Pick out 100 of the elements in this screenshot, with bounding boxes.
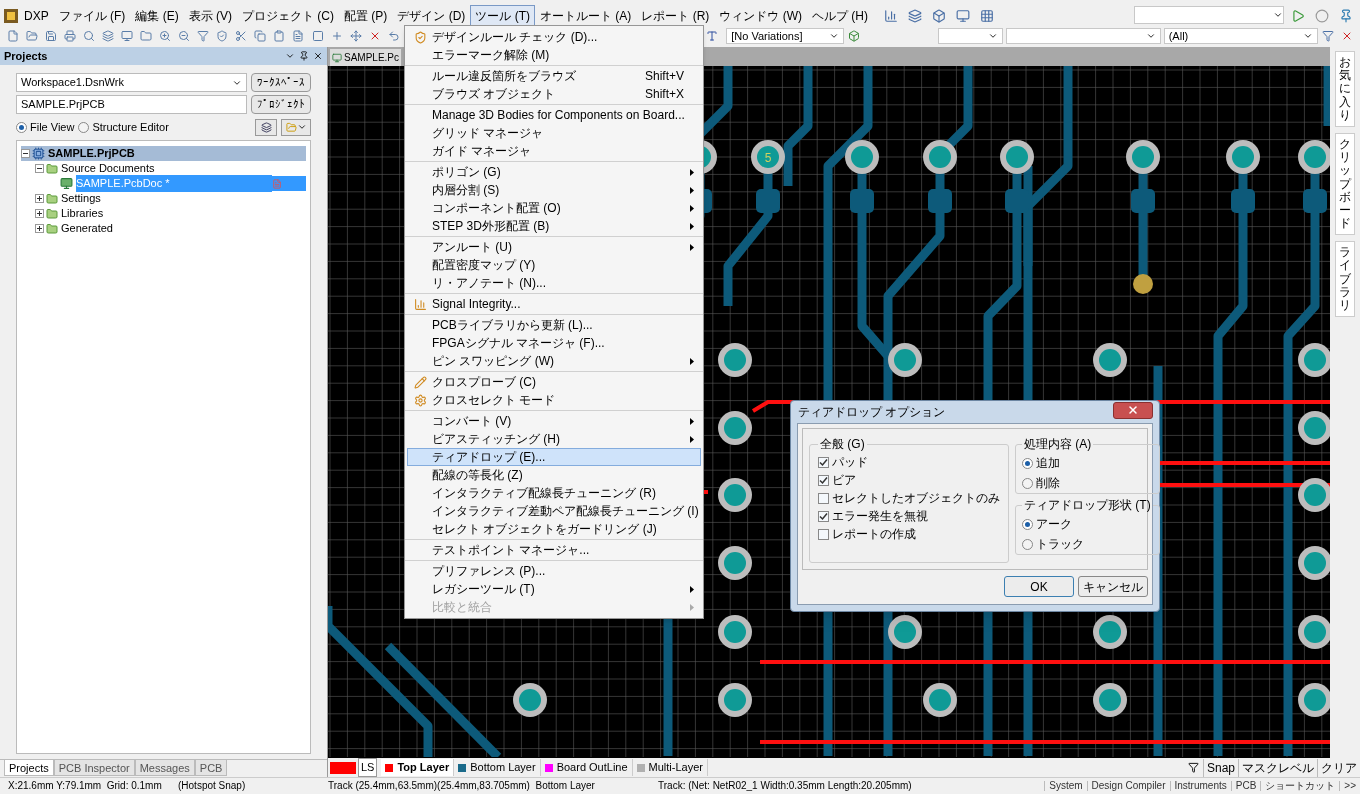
ok-button[interactable]: OK <box>1004 576 1074 597</box>
menu-item[interactable]: ピン スワッピング (W) <box>407 352 701 370</box>
panel-tab[interactable]: PCB Inspector <box>53 760 135 776</box>
project-button[interactable]: ﾌﾟﾛｼﾞｪｸﾄ <box>251 95 311 114</box>
menu-item[interactable]: ブラウズ オブジェクト Shift+X <box>407 85 701 103</box>
dialog-title: ティアドロップ オプション <box>798 404 946 421</box>
layer-set-label[interactable]: LS <box>358 758 378 777</box>
checkbox-label: パッド <box>832 454 868 471</box>
status-text: X:21.6mm Y:79.1mm Grid: 0.1mm <box>8 781 163 791</box>
menu-item[interactable]: ポリゴン (G) <box>407 163 701 181</box>
menu-item[interactable]: コンポーネント配置 (O) <box>407 199 701 217</box>
menu-item[interactable]: 配置密度マップ (Y) <box>407 256 701 274</box>
layer-bar-tool[interactable]: Snap <box>1202 758 1238 777</box>
checkbox-label: セレクトしたオブジェクトのみ <box>832 490 1000 507</box>
menu-item[interactable]: デザインルール チェック (D)... <box>407 28 701 46</box>
status-panel-button[interactable]: >> <box>1339 781 1360 791</box>
status-text: Track: (Net: NetR02_1 Width:0.35mm Length:20.205mm) <box>658 781 913 791</box>
menu-item[interactable]: インタラクティブ差動ペア配線長チューニング (I) <box>407 502 701 520</box>
side-panel-tab[interactable]: ライブラリ <box>1335 241 1355 318</box>
menu-item[interactable]: リ・アノテート (N)... <box>407 274 701 292</box>
status-panel-button[interactable]: PCB <box>1230 781 1261 791</box>
menu-item[interactable]: インタラクティブ配線長チューニング (R) <box>407 484 701 502</box>
tree-item[interactable]: Source Documents <box>61 160 163 177</box>
radio-label: トラック <box>1036 536 1084 553</box>
radio-label: Structure Editor <box>92 119 169 135</box>
tree-item[interactable]: Settings <box>61 190 109 207</box>
checkbox-label: ビア <box>832 472 856 489</box>
menu-item[interactable]: コンバート (V) <box>407 412 701 430</box>
radio-label: アーク <box>1036 516 1072 533</box>
layer-tab[interactable]: Multi-Layer <box>632 759 708 776</box>
menu-bar-item[interactable]: デザイン (D) <box>392 5 471 27</box>
shortcut-label: Shift+X <box>644 86 684 103</box>
layer-bar-tool[interactable]: マスクレベル <box>1238 758 1317 777</box>
workspace-button[interactable]: ﾜｰｸｽﾍﾟｰｽ <box>251 73 311 92</box>
side-panel-tab[interactable]: お気に入り <box>1335 51 1355 127</box>
menu-item[interactable]: テストポイント マネージャ... <box>407 541 701 559</box>
tree-item[interactable]: Generated <box>61 220 121 237</box>
menu-item[interactable]: レガシーツール (T) <box>407 580 701 598</box>
shortcut-label: Shift+V <box>644 68 684 85</box>
menu-item[interactable]: ティアドロップ (E)... <box>407 448 701 466</box>
menu-item[interactable]: グリッド マネージャ <box>407 124 701 142</box>
dropdown-value: (All) <box>1168 28 1189 44</box>
layer-tab[interactable]: Top Layer <box>381 759 455 776</box>
menu-item[interactable]: Manage 3D Bodies for Components on Board... <box>407 106 701 124</box>
radio-label: 削除 <box>1036 475 1060 492</box>
menu-item[interactable]: セレクト オブジェクトをガードリング (J) <box>407 520 701 538</box>
status-panel-button[interactable]: ショートカット <box>1260 781 1340 791</box>
menu-bar-item[interactable]: ヘルプ (H) <box>807 5 874 27</box>
panel-tab[interactable]: PCB <box>194 760 228 776</box>
menu-item[interactable]: FPGAシグナル マネージャ (F)... <box>407 334 701 352</box>
side-panel-tab[interactable]: クリップボード <box>1335 132 1355 236</box>
project-field[interactable]: SAMPLE.PrjPCB <box>16 95 247 114</box>
status-panel-button[interactable]: Design Compiler <box>1086 781 1170 791</box>
menu-item[interactable]: クロスプローブ (C) <box>407 373 701 391</box>
menu-item[interactable]: Signal Integrity... <box>407 295 701 313</box>
status-panel-button[interactable]: Instruments <box>1169 781 1231 791</box>
menu-bar-item[interactable]: ウィンドウ (W) <box>714 5 808 27</box>
radio-label: 追加 <box>1036 455 1060 472</box>
menu-item[interactable]: エラーマーク解除 (M) <box>407 46 701 64</box>
panel-tab[interactable]: Messages <box>134 760 195 776</box>
menu-item[interactable]: PCBライブラリから更新 (L)... <box>407 316 701 334</box>
checkbox-label: レポートの作成 <box>832 526 916 543</box>
status-text: (Hotspot Snap) <box>178 781 247 791</box>
menu-item[interactable]: 内層分割 (S) <box>407 181 701 199</box>
menu-item[interactable]: ビアスティッチング (H) <box>407 430 701 448</box>
menu-bar-item[interactable]: ツール (T) <box>470 5 536 27</box>
workspace-dropdown[interactable]: Workspace1.DsnWrk <box>16 73 247 92</box>
cancel-button[interactable]: キャンセル <box>1078 576 1148 597</box>
tree-item[interactable]: Libraries <box>61 205 112 222</box>
menu-bar-item[interactable]: 配置 (P) <box>339 5 393 27</box>
menu-bar-item[interactable]: オートルート (A) <box>535 5 637 27</box>
menu-item[interactable]: クロスセレクト モード <box>407 391 701 409</box>
menu-bar-item[interactable]: DXP <box>19 5 54 27</box>
checkbox-label: エラー発生を無視 <box>832 508 928 525</box>
variation-dropdown[interactable]: [No Variations] <box>726 28 845 44</box>
panel-tab[interactable]: Projects <box>4 760 54 776</box>
menu-item[interactable]: ガイド マネージャ <box>407 142 701 160</box>
menu-bar-item[interactable]: プロジェクト (C) <box>237 5 340 27</box>
dropdown-value: Workspace1.DsnWrk <box>21 75 124 91</box>
menu-bar-item[interactable]: レポート (R) <box>636 5 715 27</box>
layer-tab[interactable]: Bottom Layer <box>454 759 541 776</box>
menu-item[interactable]: プリファレンス (P)... <box>407 562 701 580</box>
layer-tab[interactable]: Board OutLine <box>540 759 633 776</box>
menu-item[interactable]: 配線の等長化 (Z) <box>407 466 701 484</box>
document-tab[interactable]: SAMPLE.Pc <box>330 49 402 66</box>
group-title: 処理内容 (A) <box>1023 436 1093 453</box>
menu-item[interactable]: STEP 3D外形配置 (B) <box>407 217 701 235</box>
layer-bar-tool[interactable]: クリア <box>1317 758 1360 777</box>
dropdown-value: [No Variations] <box>731 28 803 44</box>
menu-bar-item[interactable]: ファイル (F) <box>53 5 131 27</box>
pad-label: 5 <box>764 151 772 165</box>
status-panel-button[interactable]: System <box>1044 781 1087 791</box>
group-title: 全般 (G) <box>819 436 866 453</box>
menu-item[interactable]: アンルート (U) <box>407 238 701 256</box>
menu-item[interactable]: ルール違反箇所をブラウズ Shift+V <box>407 67 701 85</box>
menu-bar-item[interactable]: 表示 (V) <box>183 5 238 27</box>
menu-bar-item[interactable]: 編集 (E) <box>130 5 184 27</box>
group-title: ティアドロップ形状 (T) <box>1023 497 1152 514</box>
filter-dropdown[interactable]: (All) <box>1163 28 1318 44</box>
panel-title: Projects <box>4 48 48 64</box>
